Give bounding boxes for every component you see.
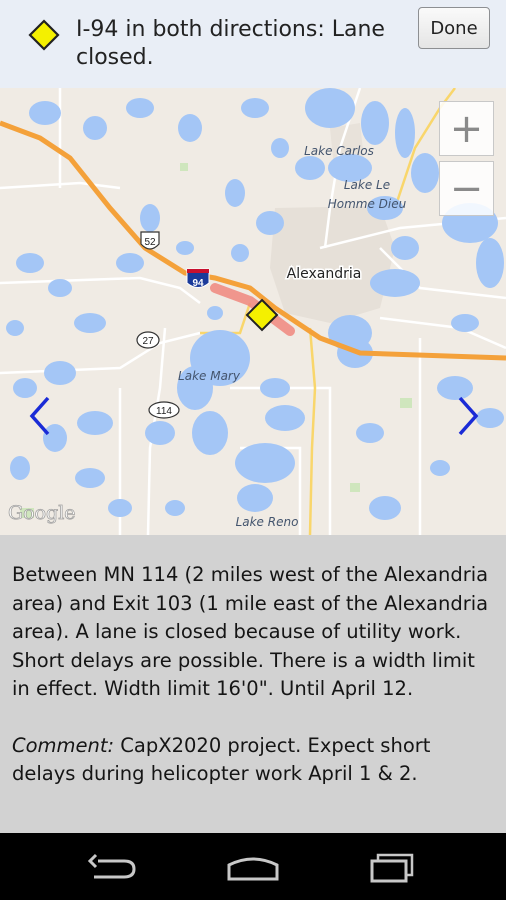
mn114-shield-icon: 114 [148,401,180,419]
comment-label: Comment: [12,733,115,757]
lake-reno-label: Lake Reno [236,515,299,529]
lake-mary-label: Lake Mary [178,369,241,383]
description-text: Between MN 114 (2 miles west of the Alex… [12,563,489,700]
lake-le-homme-dieu-label-line2: Homme Dieu [328,197,407,211]
google-logo: Google [8,502,76,524]
alert-header: I-94 in both directions: Lane closed. Do… [0,0,506,88]
home-icon[interactable] [223,847,283,887]
lake-carlos-label: Lake Carlos [304,144,374,158]
yellow-diamond-warning-icon [28,19,60,51]
i94-shield-label: 94 [192,278,204,289]
done-button[interactable]: Done [418,7,490,49]
lake-le-homme-dieu-label-line1: Lake Le [344,178,390,192]
zoom-in-button[interactable]: + [439,101,494,156]
i94-shield-icon: 94 [186,268,210,289]
mn27-shield-icon: 27 [136,331,160,349]
next-arrow-icon[interactable] [452,394,482,438]
incident-description: Between MN 114 (2 miles west of the Alex… [0,535,506,833]
zoom-out-button[interactable]: − [439,161,494,216]
system-navigation-bar [0,833,506,900]
mn27-shield-label: 27 [142,336,154,347]
map-view[interactable]: 52 94 27 114 Lake Carlos Lake Le Homme D… [0,88,506,535]
previous-arrow-icon[interactable] [26,394,56,438]
mn114-shield-label: 114 [156,406,172,417]
recent-apps-icon[interactable] [362,847,422,887]
comment-paragraph: Comment: CapX2020 project. Expect short … [12,732,494,789]
back-icon[interactable] [82,847,142,887]
alert-title: I-94 in both directions: Lane closed. [76,17,385,70]
us52-shield-icon: 52 [140,231,160,250]
map-canvas: 52 94 27 114 Lake Carlos Lake Le Homme D… [0,88,506,535]
us52-shield-label: 52 [144,237,156,248]
alexandria-label: Alexandria [287,266,362,282]
